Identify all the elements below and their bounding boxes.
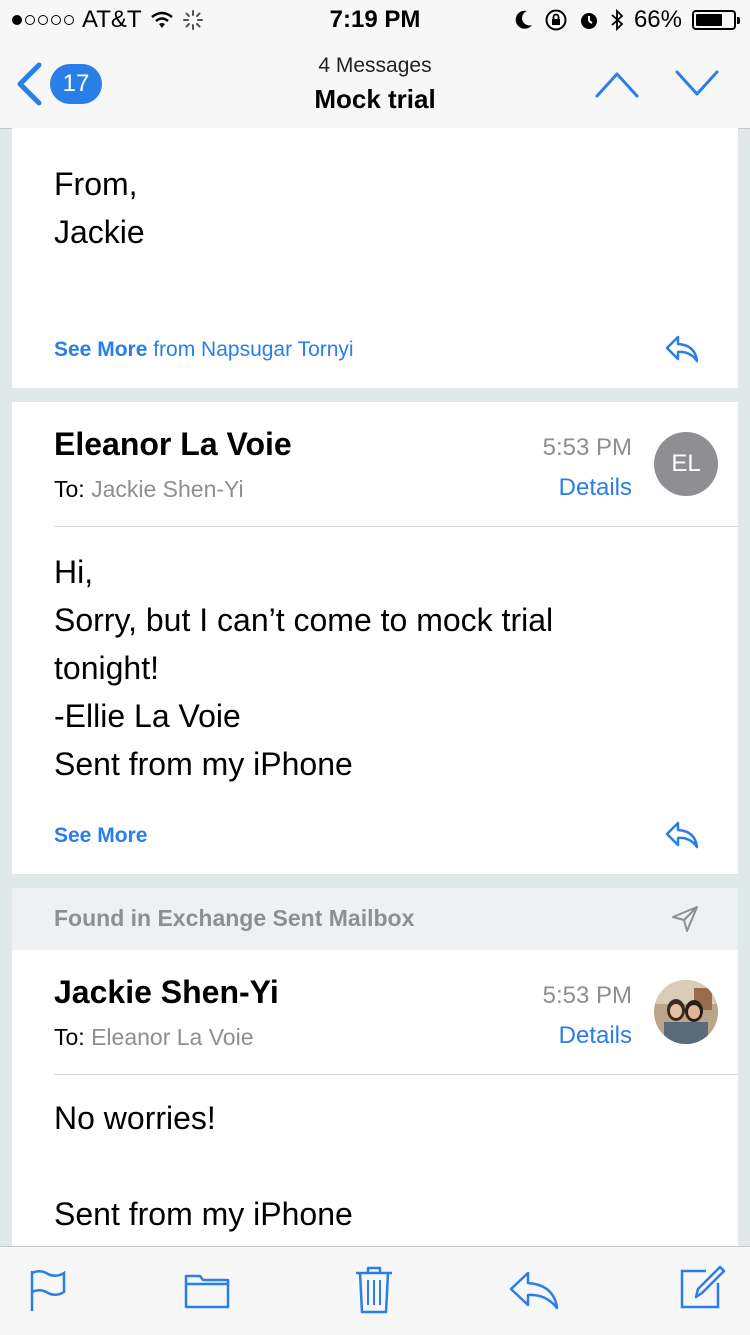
reply-all-button[interactable] (508, 1269, 560, 1316)
navigation-bar: 17 4 Messages Mock trial (0, 40, 750, 129)
avatar: EL (654, 432, 718, 496)
flag-button[interactable] (28, 1267, 68, 1318)
see-more-label: See More (54, 824, 148, 847)
body-line: Jackie (54, 214, 145, 250)
rotation-lock-icon (545, 9, 567, 31)
move-to-folder-button[interactable] (184, 1271, 230, 1314)
to-label: To: (54, 476, 85, 502)
reply-icon (665, 335, 699, 363)
recipient-line: To: Eleanor La Voie (54, 1024, 253, 1051)
body-line (54, 1142, 353, 1190)
chevron-up-icon (595, 72, 639, 98)
bluetooth-icon (611, 8, 624, 32)
compose-icon (680, 1265, 726, 1309)
body-line: Sent from my iPhone (54, 746, 353, 782)
compose-button[interactable] (678, 1263, 726, 1316)
alarm-icon (580, 13, 597, 29)
recipient-line: To: Jackie Shen-Yi (54, 476, 244, 503)
message-body: Hi, Sorry, but I can’t come to mock tria… (54, 548, 553, 788)
details-link[interactable]: Details (559, 474, 632, 502)
trash-icon (356, 1266, 392, 1314)
recipient-name: Jackie Shen-Yi (91, 476, 244, 502)
header-divider (54, 526, 738, 527)
to-label: To: (54, 1024, 85, 1050)
message-body: No worries! Sent from my iPhone (54, 1094, 353, 1238)
see-more-from: from Napsugar Tornyi (153, 338, 354, 361)
see-more-label: See More (54, 338, 148, 361)
body-line: Hi, (54, 554, 94, 590)
reply-button[interactable] (664, 820, 700, 855)
body-line: No worries! (54, 1100, 216, 1136)
battery-icon (692, 10, 740, 30)
message-time: 5:53 PM (542, 434, 632, 461)
previous-thread-button[interactable] (594, 64, 640, 109)
recipient-name: Eleanor La Voie (91, 1024, 254, 1050)
message-body: From, Jackie (54, 160, 145, 256)
body-line: Sent from my iPhone (54, 1196, 353, 1232)
flag-icon (30, 1270, 66, 1311)
see-more-link[interactable]: See More from Napsugar Tornyi (54, 338, 354, 362)
message-card: Eleanor La Voie To: Jackie Shen-Yi 5:53 … (12, 402, 738, 874)
reply-button[interactable] (664, 334, 700, 369)
chevron-down-icon (675, 70, 719, 96)
reply-icon (665, 821, 699, 849)
message-time: 5:53 PM (542, 982, 632, 1009)
bottom-toolbar (0, 1246, 750, 1335)
reply-icon (509, 1271, 559, 1310)
sender-name: Jackie Shen-Yi (54, 974, 279, 1010)
message-card: Jackie Shen-Yi To: Eleanor La Voie 5:53 … (12, 950, 738, 1246)
found-in-mailbox-banner: Found in Exchange Sent Mailbox (12, 888, 738, 950)
see-more-link[interactable]: See More (54, 824, 147, 848)
body-line: Sorry, but I can’t come to mock trial (54, 602, 554, 638)
message-card: From, Jackie See More from Napsugar Torn… (12, 128, 738, 388)
sender-name: Eleanor La Voie (54, 426, 292, 462)
delete-button[interactable] (354, 1265, 394, 1320)
moon-icon (515, 10, 532, 29)
status-bar: AT&T 7:19 PM 66% (0, 0, 750, 40)
header-divider (54, 1074, 738, 1075)
avatar (654, 980, 718, 1044)
body-line: -Ellie La Voie (54, 698, 241, 734)
battery-percent: 66% (633, 6, 682, 33)
sent-icon (672, 906, 698, 932)
next-thread-button[interactable] (674, 64, 720, 109)
details-link[interactable]: Details (559, 1022, 632, 1050)
found-in-label: Found in Exchange Sent Mailbox (54, 905, 415, 931)
folder-icon (184, 1274, 230, 1309)
body-line: tonight! (54, 650, 159, 686)
body-line: From, (54, 166, 138, 202)
